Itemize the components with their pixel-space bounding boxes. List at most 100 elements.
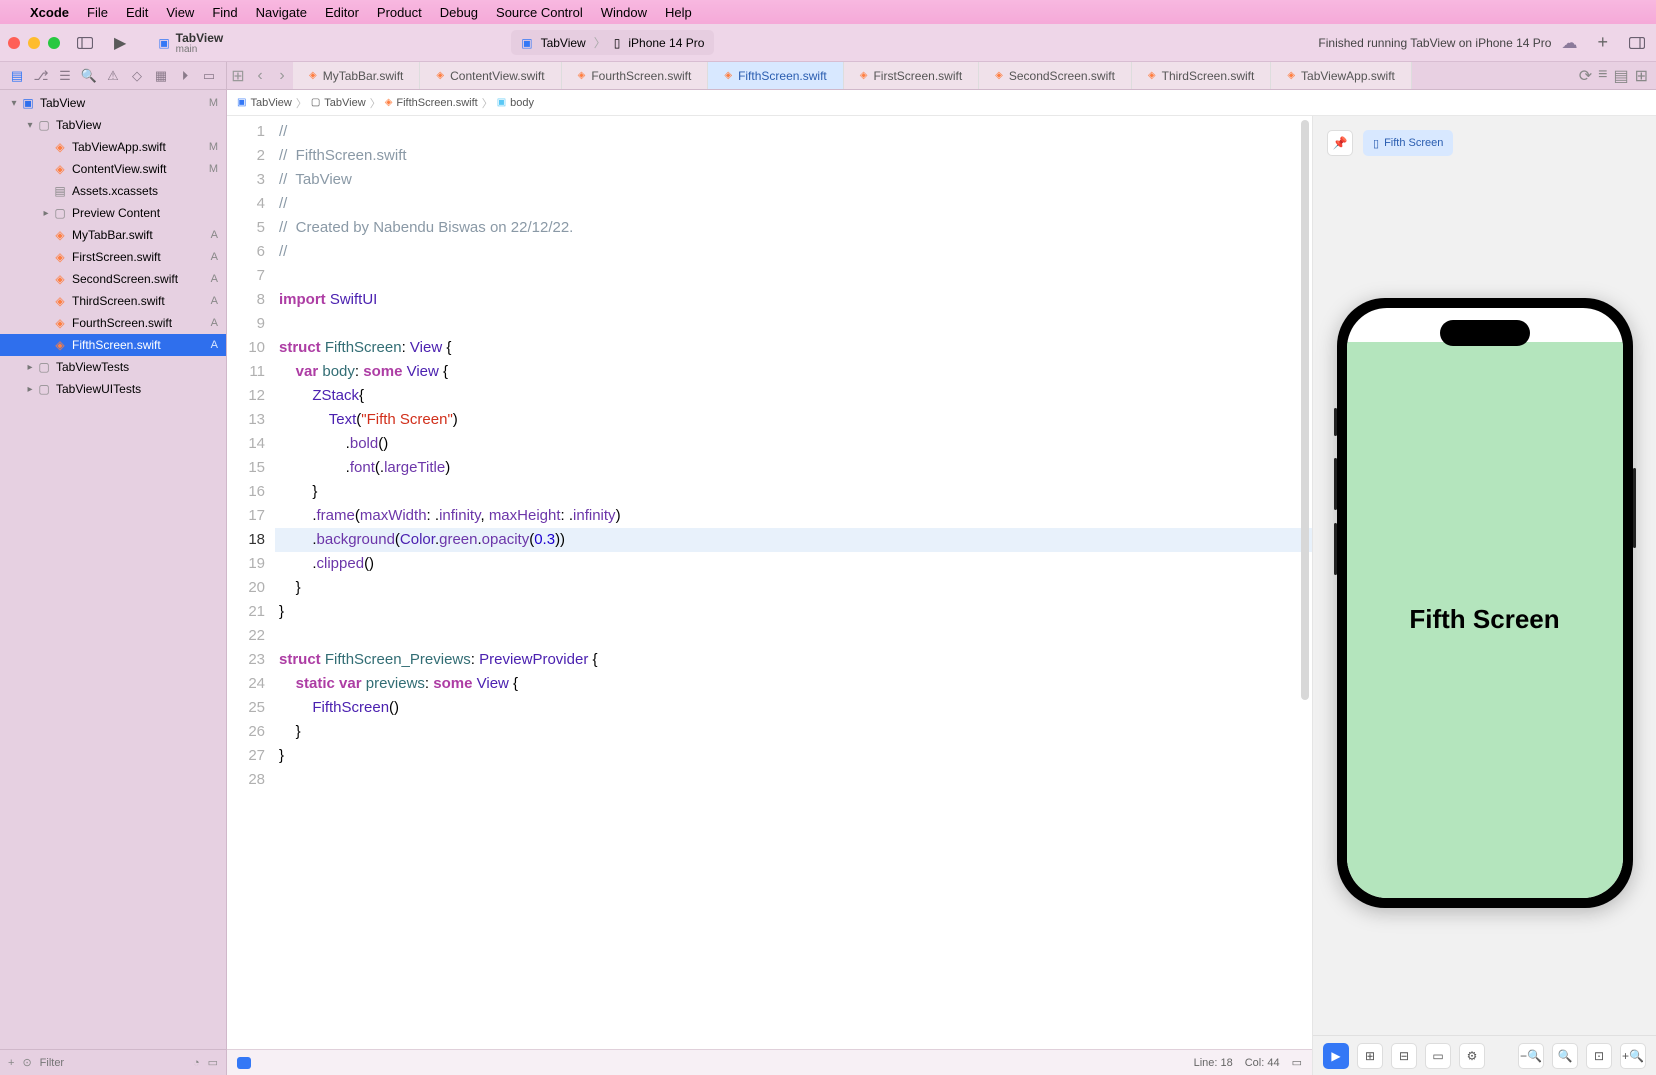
debug-navigator-icon[interactable]: ▦ bbox=[152, 68, 170, 84]
find-navigator-icon[interactable]: 🔍 bbox=[80, 68, 98, 84]
tab-secondscreen[interactable]: ◈SecondScreen.swift bbox=[979, 62, 1132, 89]
source-editor[interactable]: 1234567891011121314151617181920212223242… bbox=[227, 116, 1312, 1075]
menu-view[interactable]: View bbox=[166, 5, 194, 20]
selectable-preview-button[interactable]: ⊞ bbox=[1357, 1043, 1383, 1069]
filter-scope-icon[interactable]: ⊙ bbox=[22, 1056, 31, 1069]
tree-row[interactable]: ◈FourthScreen.swiftA bbox=[0, 312, 226, 334]
menu-file[interactable]: File bbox=[87, 5, 108, 20]
tab-label: ContentView.swift bbox=[450, 69, 545, 83]
tab-fourthscreen[interactable]: ◈FourthScreen.swift bbox=[562, 62, 709, 89]
editor-options-icon[interactable]: ≡ bbox=[1598, 66, 1607, 86]
source-control-navigator-icon[interactable]: ⎇ bbox=[32, 68, 50, 84]
jump-bar[interactable]: ▣ TabView 〉 ▢ TabView 〉 ◈ FifthScreen.sw… bbox=[227, 90, 1656, 116]
breadcrumb-item[interactable]: FifthScreen.swift bbox=[396, 97, 477, 109]
tree-row[interactable]: ▾▢TabView bbox=[0, 114, 226, 136]
menu-product[interactable]: Product bbox=[377, 5, 422, 20]
library-button[interactable]: + bbox=[1597, 32, 1608, 53]
add-icon[interactable]: + bbox=[8, 1057, 14, 1069]
zoom-actual-button[interactable]: 🔍 bbox=[1552, 1043, 1578, 1069]
device-settings-button[interactable]: ▭ bbox=[1425, 1043, 1451, 1069]
code-text[interactable]: //// FifthScreen.swift// TabView//// Cre… bbox=[275, 116, 1312, 1075]
tab-mytabbar[interactable]: ◈MyTabBar.swift bbox=[293, 62, 420, 89]
preview-chip-label: Fifth Screen bbox=[1384, 137, 1443, 149]
close-window-button[interactable] bbox=[8, 37, 20, 49]
breadcrumb-item[interactable]: TabView bbox=[250, 97, 291, 109]
tree-row[interactable]: ◈ThirdScreen.swiftA bbox=[0, 290, 226, 312]
tree-row[interactable]: ▤Assets.xcassets bbox=[0, 180, 226, 202]
macos-menubar: Xcode File Edit View Find Navigate Edito… bbox=[0, 0, 1656, 24]
menu-edit[interactable]: Edit bbox=[126, 5, 148, 20]
tree-row[interactable]: ▾▣TabViewM bbox=[0, 92, 226, 114]
test-navigator-icon[interactable]: ◇ bbox=[128, 68, 146, 84]
menu-editor[interactable]: Editor bbox=[325, 5, 359, 20]
tree-row[interactable]: ◈TabViewApp.swiftM bbox=[0, 136, 226, 158]
disclosure-icon[interactable]: ▾ bbox=[24, 120, 36, 131]
tree-row[interactable]: ▸▢Preview Content bbox=[0, 202, 226, 224]
cloud-status-icon[interactable]: ☁︎ bbox=[1561, 33, 1585, 53]
minimap-toggle-icon[interactable]: ▭ bbox=[1292, 1056, 1302, 1069]
preview-settings-button[interactable]: ⚙ bbox=[1459, 1043, 1485, 1069]
tree-row[interactable]: ▸▢TabViewUITests bbox=[0, 378, 226, 400]
tree-row[interactable]: ◈FifthScreen.swiftA bbox=[0, 334, 226, 356]
project-navigator-icon[interactable]: ▤ bbox=[8, 68, 26, 84]
nav-back-icon[interactable]: ‹ bbox=[249, 67, 271, 85]
disclosure-icon[interactable]: ▸ bbox=[24, 362, 36, 373]
filter-input[interactable] bbox=[40, 1057, 185, 1069]
disclosure-icon[interactable]: ▾ bbox=[8, 98, 20, 109]
menu-window[interactable]: Window bbox=[601, 5, 647, 20]
tree-row[interactable]: ◈SecondScreen.swiftA bbox=[0, 268, 226, 290]
run-destination[interactable]: ▣ TabView 〉 ▯ iPhone 14 Pro bbox=[511, 30, 714, 55]
breadcrumb-item[interactable]: body bbox=[510, 97, 534, 109]
report-navigator-icon[interactable]: ▭ bbox=[200, 68, 218, 84]
recent-filter-icon[interactable]: ◔ bbox=[193, 1057, 200, 1069]
minimize-window-button[interactable] bbox=[28, 37, 40, 49]
tab-tabviewapp[interactable]: ◈TabViewApp.swift bbox=[1271, 62, 1412, 89]
menu-navigate[interactable]: Navigate bbox=[256, 5, 307, 20]
disclosure-icon[interactable]: ▸ bbox=[24, 384, 36, 395]
menu-source-control[interactable]: Source Control bbox=[496, 5, 583, 20]
tree-label: ThirdScreen.swift bbox=[72, 294, 165, 308]
refresh-icon[interactable]: ⟳ bbox=[1579, 66, 1592, 86]
zoom-fit-button[interactable]: ⊡ bbox=[1586, 1043, 1612, 1069]
scrollbar-thumb[interactable] bbox=[1301, 120, 1309, 700]
tree-row[interactable]: ◈MyTabBar.swiftA bbox=[0, 224, 226, 246]
menu-debug[interactable]: Debug bbox=[440, 5, 478, 20]
variants-button[interactable]: ⊟ bbox=[1391, 1043, 1417, 1069]
zoom-out-button[interactable]: −🔍 bbox=[1518, 1043, 1544, 1069]
tree-row[interactable]: ▸▢TabViewTests bbox=[0, 356, 226, 378]
menu-find[interactable]: Find bbox=[212, 5, 237, 20]
editor-scrollbar[interactable] bbox=[1298, 116, 1312, 1075]
live-preview-button[interactable]: ▶ bbox=[1323, 1043, 1349, 1069]
add-editor-icon[interactable]: ⊞ bbox=[1635, 66, 1648, 86]
disclosure-icon[interactable]: ▸ bbox=[40, 208, 52, 219]
scm-badge: A bbox=[211, 273, 218, 285]
pin-preview-button[interactable]: 📌 bbox=[1327, 130, 1353, 156]
menu-help[interactable]: Help bbox=[665, 5, 692, 20]
zoom-in-button[interactable]: +🔍 bbox=[1620, 1043, 1646, 1069]
property-icon: ▣ bbox=[497, 97, 506, 108]
related-items-icon[interactable]: ⊞ bbox=[227, 66, 249, 86]
symbol-navigator-icon[interactable]: ☰ bbox=[56, 68, 74, 84]
preview-selector[interactable]: ▯ Fifth Screen bbox=[1363, 130, 1453, 156]
zoom-window-button[interactable] bbox=[48, 37, 60, 49]
app-menu[interactable]: Xcode bbox=[30, 5, 69, 20]
tab-firstscreen[interactable]: ◈FirstScreen.swift bbox=[844, 62, 979, 89]
issue-navigator-icon[interactable]: ⚠ bbox=[104, 68, 122, 84]
nav-forward-icon[interactable]: › bbox=[271, 67, 293, 85]
toggle-navigator-icon[interactable] bbox=[74, 32, 96, 54]
tab-thirdscreen[interactable]: ◈ThirdScreen.swift bbox=[1132, 62, 1271, 89]
breakpoint-navigator-icon[interactable]: ⏵ bbox=[176, 68, 194, 84]
device-canvas[interactable]: Fifth Screen bbox=[1313, 170, 1656, 1035]
tab-contentview[interactable]: ◈ContentView.swift bbox=[420, 62, 561, 89]
toggle-inspector-icon[interactable] bbox=[1626, 32, 1648, 54]
scm-filter-icon[interactable]: ▭ bbox=[208, 1056, 218, 1069]
tree-row[interactable]: ◈ContentView.swiftM bbox=[0, 158, 226, 180]
tab-fifthscreen[interactable]: ◈FifthScreen.swift bbox=[708, 62, 843, 89]
tree-row[interactable]: ◈FirstScreen.swiftA bbox=[0, 246, 226, 268]
tree-label: Assets.xcassets bbox=[72, 184, 158, 198]
breadcrumb-item[interactable]: TabView bbox=[324, 97, 365, 109]
run-button[interactable]: ▶ bbox=[114, 33, 126, 53]
adjust-editor-icon[interactable]: ▤ bbox=[1613, 66, 1628, 86]
scheme-selector[interactable]: ▣ TabView main bbox=[150, 28, 231, 58]
debug-bar-toggle-icon[interactable] bbox=[237, 1057, 251, 1069]
